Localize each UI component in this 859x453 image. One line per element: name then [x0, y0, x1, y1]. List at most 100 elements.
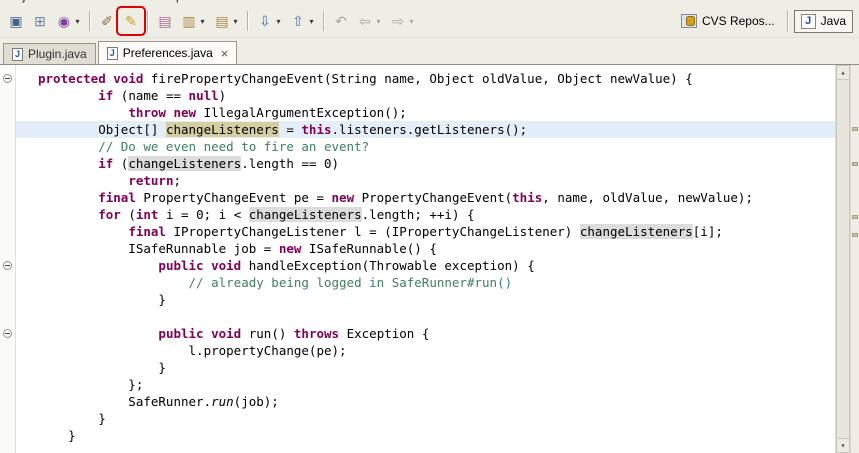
dropdown-arrow-icon[interactable]: ▾ — [73, 17, 82, 26]
ruler-row — [0, 172, 15, 189]
mark-occurrences-button[interactable]: ✎ — [119, 9, 143, 33]
external-tools-button[interactable]: ◉▾ — [52, 9, 85, 33]
dropdown-arrow-icon[interactable]: ▾ — [274, 17, 283, 26]
code-line: public void handleException(Throwable ex… — [16, 257, 835, 274]
menubar-text: Project Run Window Help — [0, 0, 859, 3]
code-line: for (int i = 0; i < changeListeners.leng… — [16, 206, 835, 223]
mark-occurrences-icon: ✎ — [122, 12, 140, 30]
occurrence-mark[interactable] — [852, 162, 858, 166]
dropdown-arrow-icon[interactable]: ▾ — [407, 17, 416, 26]
ruler-row — [0, 87, 15, 104]
ruler-row — [0, 206, 15, 223]
code-line: } — [16, 291, 835, 308]
back-icon: ⇦ — [356, 12, 374, 30]
java-perspective-button[interactable]: J Java — [794, 10, 853, 33]
code-line: }; — [16, 376, 835, 393]
code-line: SafeRunner.run(job); — [16, 393, 835, 410]
cvs-repository-perspective-button[interactable]: CVS Repos... — [674, 10, 782, 32]
save-button[interactable]: ⊞ — [28, 9, 52, 33]
code-editor: protected void firePropertyChangeEvent(S… — [0, 65, 859, 453]
new-wizard-button[interactable]: ▣ — [4, 9, 28, 33]
tab-label: Plugin.java — [28, 47, 87, 61]
dropdown-arrow-icon[interactable]: ▾ — [374, 17, 383, 26]
java-perspective-icon: J — [801, 14, 816, 29]
code-line: } — [16, 359, 835, 376]
ruler-row — [0, 257, 15, 274]
open-resource-icon: ▤ — [213, 12, 231, 30]
java-file-icon: J — [12, 48, 23, 61]
dropdown-arrow-icon[interactable]: ▾ — [231, 17, 240, 26]
code-line: } — [16, 410, 835, 427]
previous-annotation-button[interactable]: ⇧▾ — [286, 9, 319, 33]
code-line — [16, 308, 835, 325]
fold-collapse-icon[interactable] — [3, 329, 12, 338]
editor-tab-preferences-java[interactable]: J Preferences.java × — [98, 41, 238, 64]
ruler-row — [0, 393, 15, 410]
last-edit-location-button[interactable]: ↶ — [329, 9, 353, 33]
open-resource-button[interactable]: ▤▾ — [210, 9, 243, 33]
folding-ruler — [0, 65, 16, 453]
open-type-button[interactable]: ▤ — [153, 9, 177, 33]
fold-collapse-icon[interactable] — [3, 261, 12, 270]
toolbar-separator — [247, 11, 249, 31]
code-line: // Do we even need to fire an event? — [16, 138, 835, 155]
fold-collapse-icon[interactable] — [3, 74, 12, 83]
ruler-row — [0, 274, 15, 291]
new-wizard-icon: ▣ — [7, 12, 25, 30]
vertical-scrollbar[interactable]: ▴ ▾ — [835, 65, 850, 453]
last-edit-location-icon: ↶ — [332, 12, 350, 30]
editor-content[interactable]: protected void firePropertyChangeEvent(S… — [16, 65, 835, 453]
ruler-row — [0, 359, 15, 376]
code-line: ISafeRunnable job = new ISafeRunnable() … — [16, 240, 835, 257]
ruler-row — [0, 240, 15, 257]
ruler-row — [0, 189, 15, 206]
open-type-icon: ▤ — [156, 12, 174, 30]
code-line: throw new IllegalArgumentException(); — [16, 104, 835, 121]
ruler-row — [0, 138, 15, 155]
ruler-row — [0, 104, 15, 121]
ruler-row — [0, 291, 15, 308]
editor-tab-plugin-java[interactable]: J Plugin.java — [3, 43, 96, 64]
ruler-row — [0, 376, 15, 393]
code-line: } — [16, 427, 835, 444]
occurrence-mark[interactable] — [852, 215, 858, 219]
new-folder-button[interactable]: ▥▾ — [177, 9, 210, 33]
tab-close-icon[interactable]: × — [221, 47, 229, 60]
dropdown-arrow-icon[interactable]: ▾ — [198, 17, 207, 26]
code-line: protected void firePropertyChangeEvent(S… — [16, 70, 835, 87]
occurrence-mark[interactable] — [852, 127, 858, 131]
ruler-row — [0, 410, 15, 427]
scroll-down-button[interactable]: ▾ — [836, 438, 850, 453]
forward-button[interactable]: ⇨▾ — [386, 9, 419, 33]
external-tools-icon: ◉ — [55, 12, 73, 30]
code-line: final PropertyChangeEvent pe = new Prope… — [16, 189, 835, 206]
scrollbar-thumb[interactable] — [836, 80, 850, 438]
editor-tab-bar: J Plugin.java J Preferences.java × — [0, 38, 859, 65]
back-button[interactable]: ⇦▾ — [353, 9, 386, 33]
ruler-row — [0, 155, 15, 172]
code-line: return; — [16, 172, 835, 189]
perspective-bar: CVS Repos... J Java — [674, 10, 853, 33]
scroll-up-button[interactable]: ▴ — [836, 65, 850, 80]
ruler-row — [0, 308, 15, 325]
forward-icon: ⇨ — [389, 12, 407, 30]
toolbar-separator — [147, 11, 149, 31]
cvs-repository-icon — [681, 14, 697, 28]
code-line: if (name == null) — [16, 87, 835, 104]
java-file-icon: J — [107, 47, 118, 60]
overview-ruler — [850, 65, 859, 453]
code-line: l.propertyChange(pe); — [16, 342, 835, 359]
next-annotation-button[interactable]: ⇩▾ — [253, 9, 286, 33]
tab-label: Preferences.java — [123, 46, 213, 60]
main-toolbar: ▣⊞◉▾✐✎▤▥▾▤▾⇩▾⇧▾↶⇦▾⇨▾ CVS Repos... J Java — [0, 5, 859, 38]
dropdown-arrow-icon[interactable]: ▾ — [307, 17, 316, 26]
code-line: Object[] changeListeners = this.listener… — [16, 121, 835, 138]
next-annotation-icon: ⇩ — [256, 12, 274, 30]
cvs-perspective-label: CVS Repos... — [702, 14, 775, 28]
new-folder-icon: ▥ — [180, 12, 198, 30]
occurrence-mark[interactable] — [852, 233, 858, 237]
eclipse-window: Project Run Window Help ▣⊞◉▾✐✎▤▥▾▤▾⇩▾⇧▾↶… — [0, 0, 859, 453]
java-editor-button[interactable]: ✐ — [95, 9, 119, 33]
save-icon: ⊞ — [31, 12, 49, 30]
java-perspective-label: Java — [821, 14, 846, 28]
